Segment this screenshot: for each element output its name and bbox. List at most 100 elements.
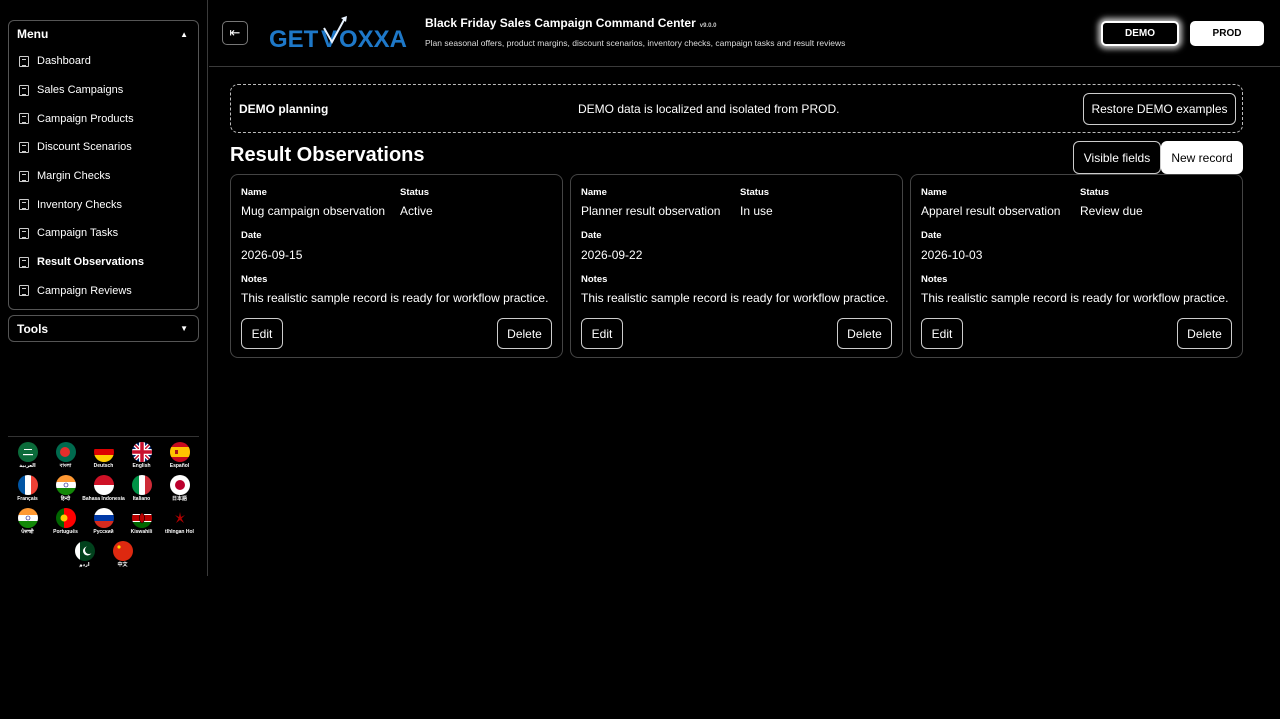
language-label: Deutsch [93,463,114,469]
document-icon [19,84,29,96]
language-label: বাংলা [59,463,72,469]
new-record-button[interactable]: New record [1161,141,1243,174]
banner-message: DEMO data is localized and isolated from… [578,102,840,116]
app-title-text: Black Friday Sales Campaign Command Cent… [425,16,696,30]
svg-text:V: V [321,26,337,53]
language-label: 日本語 [171,496,187,502]
sidebar-item-dashboard[interactable]: Dashboard [9,47,198,76]
language-label: Kiswahili [130,529,153,535]
record-date: 2026-10-03 [921,248,983,262]
name-label: Name [581,187,607,198]
restore-demo-button[interactable]: Restore DEMO examples [1083,93,1236,125]
language-tlh[interactable]: tlhIngan Hol [161,508,199,541]
language-bn[interactable]: বাংলা [47,442,85,475]
record-notes: This realistic sample record is ready fo… [921,291,1229,305]
record-notes: This realistic sample record is ready fo… [241,291,549,305]
document-icon [19,55,29,67]
menu-panel: Menu ▲ Dashboard Sales Campaigns Campaig… [8,20,199,310]
language-sw[interactable]: Kiswahili [123,508,161,541]
language-label: 中文 [117,562,128,568]
language-ja[interactable]: 日本語 [161,475,199,508]
chevron-up-icon: ▲ [180,29,188,39]
india-flag-icon [17,508,38,528]
menu-title: Menu [17,27,49,41]
edit-button[interactable]: Edit [581,318,623,349]
sidebar-item-margin-checks[interactable]: Margin Checks [9,162,198,191]
language-en[interactable]: English [123,442,161,475]
date-label: Date [581,230,602,241]
sidebar-item-campaign-tasks[interactable]: Campaign Tasks [9,219,198,248]
delete-button[interactable]: Delete [837,318,892,349]
india-flag-icon [55,475,76,495]
language-label: English [132,463,151,469]
getvoxxa-logo: GET V OXXA [269,16,407,53]
indonesia-flag-icon [93,475,114,495]
sidebar-item-campaign-reviews[interactable]: Campaign Reviews [9,277,198,306]
document-icon [19,113,29,125]
language-label: اردو [79,562,90,568]
language-id[interactable]: Bahasa Indonesia [82,475,125,508]
record-card: Name Status Mug campaign observation Act… [230,174,563,358]
language-de[interactable]: Deutsch [85,442,123,475]
sidebar-item-label: Campaign Products [37,112,134,125]
sidebar-item-result-observations[interactable]: Result Observations [9,248,198,277]
record-name: Planner result observation [581,204,721,218]
delete-button[interactable]: Delete [497,318,552,349]
spain-flag-icon [169,442,190,462]
app-subtitle: Plan seasonal offers, product margins, d… [425,38,846,48]
delete-button[interactable]: Delete [1177,318,1232,349]
env-demo-button[interactable]: DEMO [1101,21,1179,46]
sidebar-item-discount-scenarios[interactable]: Discount Scenarios [9,133,198,162]
language-pa[interactable]: ਪੰਜਾਬੀ [9,508,47,541]
date-label: Date [921,230,942,241]
sidebar-item-sales-campaigns[interactable]: Sales Campaigns [9,76,198,105]
document-icon [19,285,29,297]
language-label: Bahasa Indonesia [82,496,125,502]
notes-label: Notes [241,274,268,285]
sidebar-item-inventory-checks[interactable]: Inventory Checks [9,190,198,219]
env-prod-button[interactable]: PROD [1190,21,1264,46]
pakistan-flag-icon [74,541,95,561]
language-ru[interactable]: Русский [85,508,123,541]
status-label: Status [400,187,430,198]
language-zh[interactable]: 中文 [104,541,142,574]
uk-flag-icon [131,442,152,462]
language-es[interactable]: Español [161,442,199,475]
menu-header[interactable]: Menu ▲ [9,21,198,47]
document-icon [19,227,29,239]
china-flag-icon [112,541,133,561]
language-label: Français [17,496,38,502]
notes-label: Notes [921,274,948,285]
language-ar[interactable]: العربية [9,442,47,475]
record-card: Name Status Planner result observation I… [570,174,903,358]
edit-button[interactable]: Edit [921,318,963,349]
visible-fields-button[interactable]: Visible fields [1073,141,1161,174]
sidebar-item-campaign-products[interactable]: Campaign Products [9,104,198,133]
edit-button[interactable]: Edit [241,318,283,349]
language-it[interactable]: Italiano [123,475,161,508]
chevron-down-icon: ▼ [180,324,188,333]
language-ur[interactable]: اردو [66,541,104,574]
tools-header[interactable]: Tools ▼ [8,315,199,342]
sidebar-item-label: Dashboard [37,55,91,68]
portugal-flag-icon [55,508,76,528]
language-hi[interactable]: हिन्दी [47,475,85,508]
record-date: 2026-09-15 [241,248,303,262]
svg-text:OXXA: OXXA [339,26,407,53]
language-label: Español [169,463,190,469]
language-label: ਪੰਜਾਬੀ [21,529,34,535]
collapse-sidebar-icon: ⇤ [229,25,241,40]
japan-flag-icon [169,475,190,495]
record-status: Active [400,204,433,218]
language-pt[interactable]: Português [47,508,85,541]
language-fr[interactable]: Français [9,475,47,508]
language-label: Italiano [132,496,151,502]
sidebar-item-label: Discount Scenarios [37,141,132,154]
kenya-flag-icon [131,508,152,528]
language-label: हिन्दी [60,496,71,502]
collapse-sidebar-button[interactable]: ⇤ [222,21,248,45]
language-label: tlhIngan Hol [165,529,194,535]
document-icon [19,170,29,182]
record-name: Mug campaign observation [241,204,386,218]
sidebar: Menu ▲ Dashboard Sales Campaigns Campaig… [0,0,208,576]
